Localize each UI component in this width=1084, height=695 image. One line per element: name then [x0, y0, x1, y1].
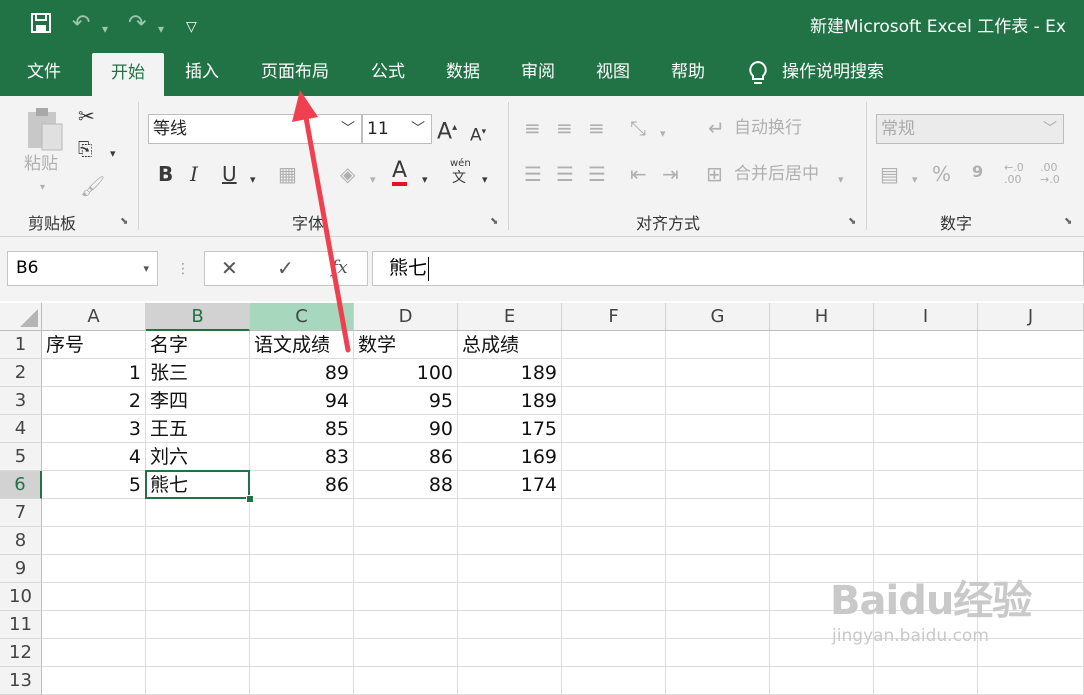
- watermark: Baidu经验 jingyan.baidu.com: [830, 560, 1070, 660]
- watermark-url: jingyan.baidu.com: [832, 626, 989, 646]
- arrow-shaft: [302, 109, 351, 353]
- arrow-head: [292, 90, 318, 122]
- watermark-brand: Baidu经验: [830, 578, 1032, 624]
